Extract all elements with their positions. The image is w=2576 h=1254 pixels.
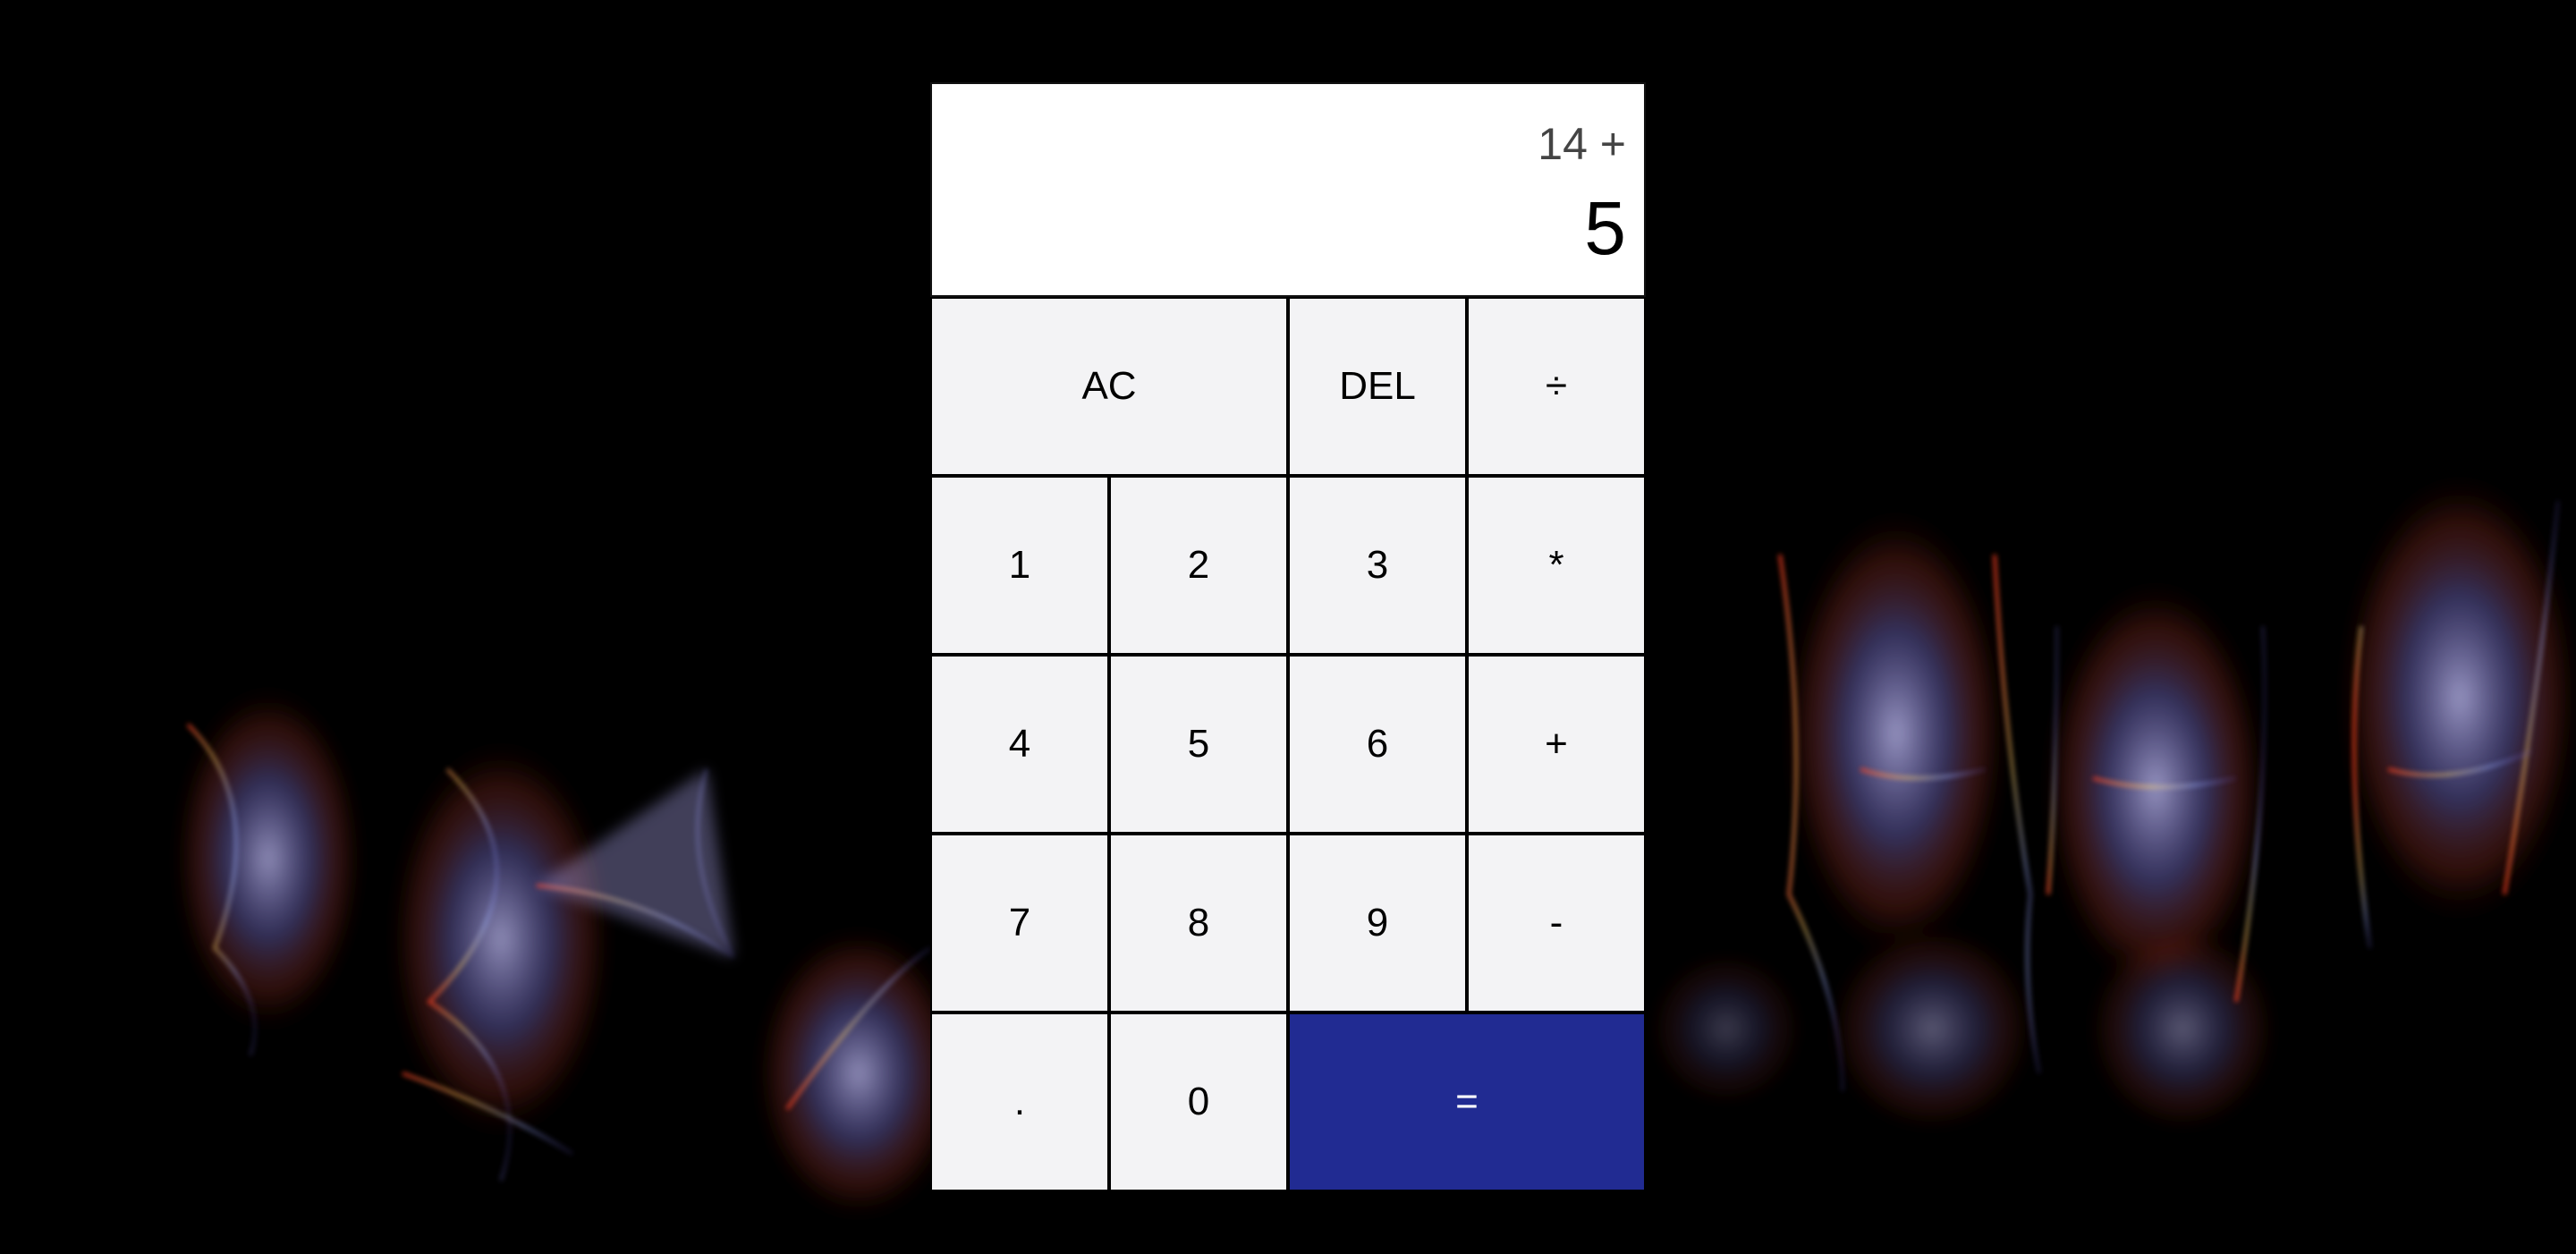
digit-6-button[interactable]: 6 <box>1288 655 1467 834</box>
divide-button[interactable]: ÷ <box>1467 297 1646 476</box>
calculator: 14 + 5 AC DEL ÷ 1 2 3 * 4 5 6 + 7 8 9 - … <box>930 82 1646 1191</box>
decimal-button[interactable]: . <box>930 1013 1109 1191</box>
digit-8-button[interactable]: 8 <box>1109 834 1288 1013</box>
subtract-button[interactable]: - <box>1467 834 1646 1013</box>
current-operand: 5 <box>1584 185 1626 270</box>
digit-0-button[interactable]: 0 <box>1109 1013 1288 1191</box>
digit-5-button[interactable]: 5 <box>1109 655 1288 834</box>
digit-4-button[interactable]: 4 <box>930 655 1109 834</box>
digit-9-button[interactable]: 9 <box>1288 834 1467 1013</box>
previous-operand: 14 + <box>1538 118 1626 169</box>
delete-button[interactable]: DEL <box>1288 297 1467 476</box>
add-button[interactable]: + <box>1467 655 1646 834</box>
digit-1-button[interactable]: 1 <box>930 476 1109 655</box>
digit-3-button[interactable]: 3 <box>1288 476 1467 655</box>
equals-button[interactable]: = <box>1288 1013 1646 1191</box>
digit-7-button[interactable]: 7 <box>930 834 1109 1013</box>
multiply-button[interactable]: * <box>1467 476 1646 655</box>
all-clear-button[interactable]: AC <box>930 297 1288 476</box>
calculator-display: 14 + 5 <box>930 82 1646 297</box>
digit-2-button[interactable]: 2 <box>1109 476 1288 655</box>
